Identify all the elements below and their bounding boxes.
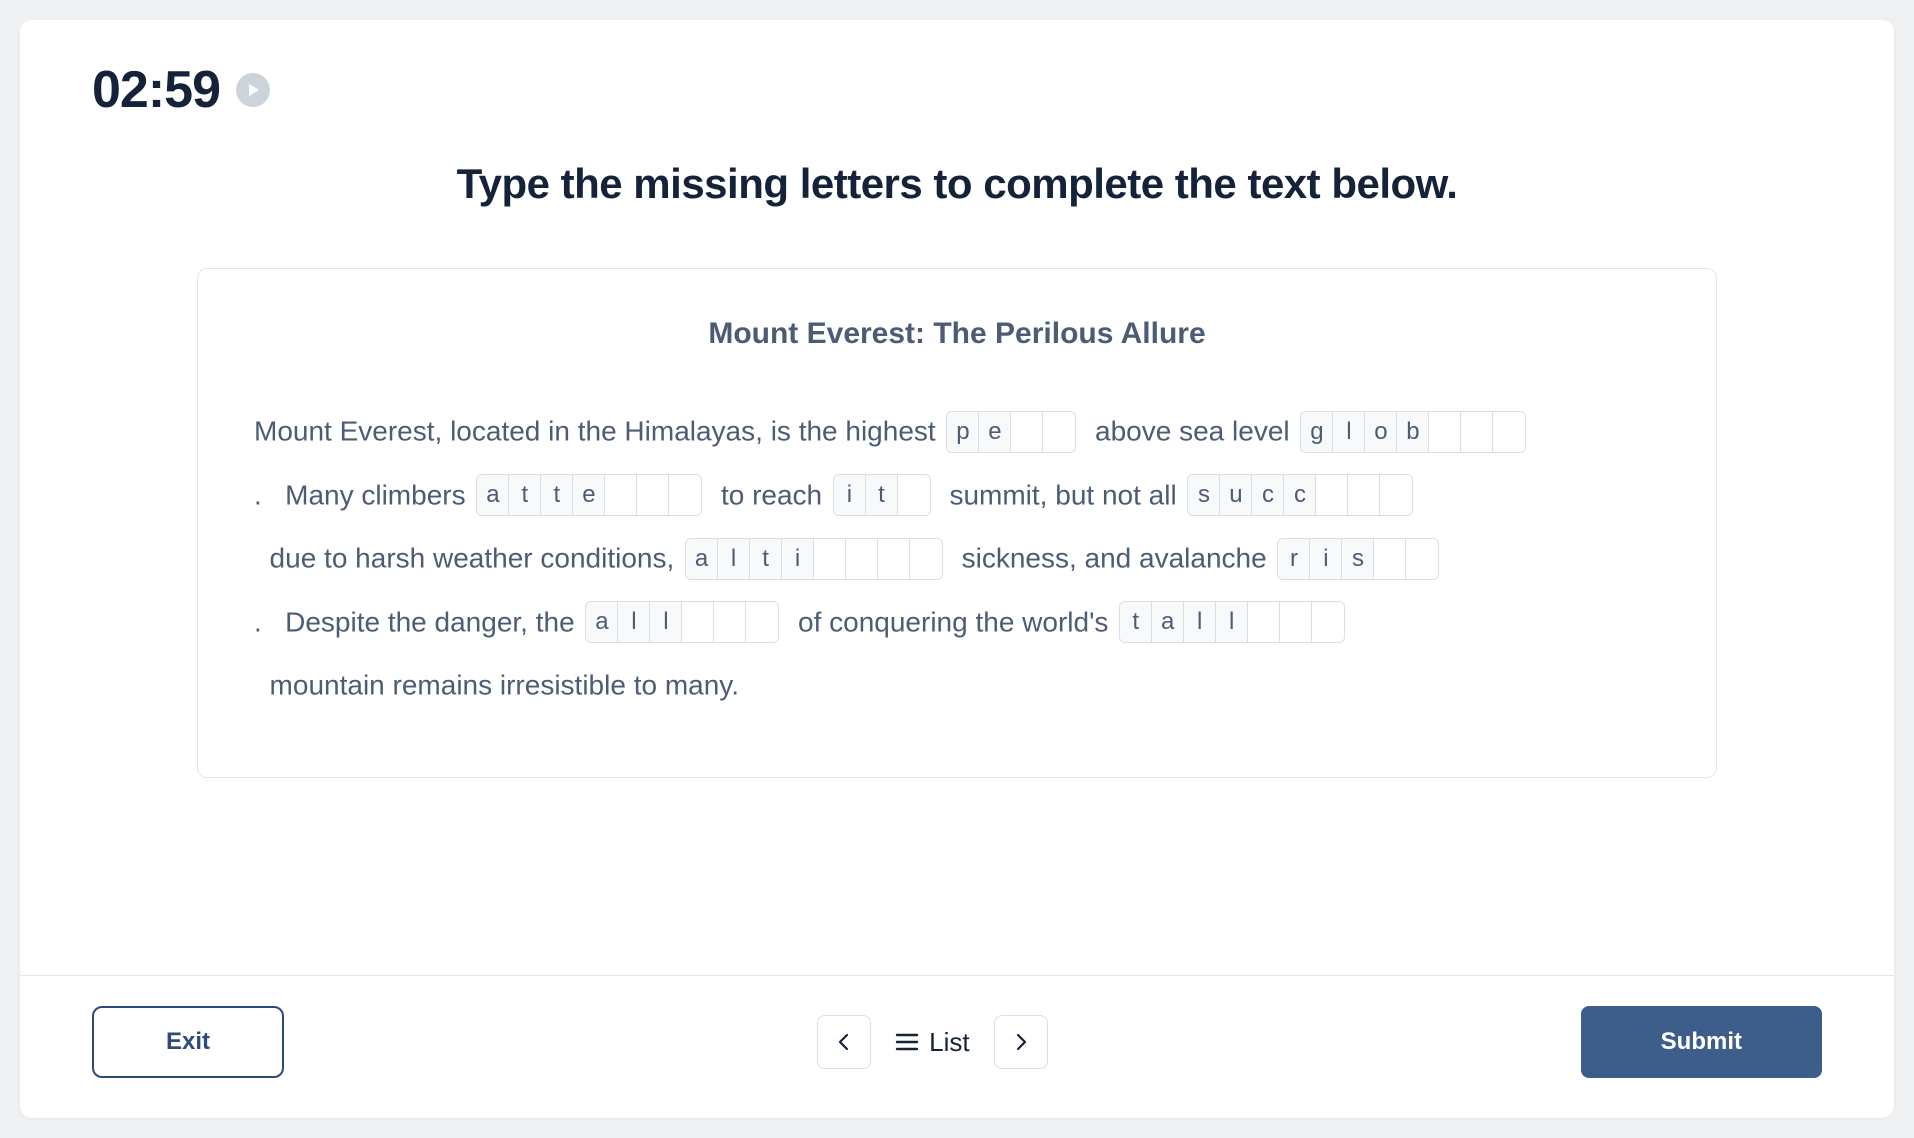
letter-input[interactable] — [1348, 475, 1380, 515]
passage-text: . Many climbers — [254, 479, 473, 510]
prev-button[interactable] — [817, 1015, 871, 1069]
letter-input[interactable] — [1406, 539, 1438, 579]
letter-fixed: l — [650, 602, 682, 642]
letter-fixed: l — [1216, 602, 1248, 642]
cloze-word: pe — [946, 411, 1076, 453]
passage-text: summit, but not all — [934, 479, 1185, 510]
cloze-word: alti — [685, 538, 943, 580]
letter-input[interactable] — [1043, 412, 1075, 452]
letter-fixed: t — [1120, 602, 1152, 642]
passage-text: Mount Everest, located in the Himalayas,… — [254, 416, 943, 447]
passage-text: due to harsh weather conditions, — [254, 543, 682, 574]
letter-fixed: p — [947, 412, 979, 452]
chevron-left-icon — [835, 1033, 853, 1051]
letter-input[interactable] — [1380, 475, 1412, 515]
chevron-right-icon — [1012, 1033, 1030, 1051]
letter-fixed: a — [1152, 602, 1184, 642]
timer-display: 02:59 — [92, 60, 220, 120]
exit-button[interactable]: Exit — [92, 1006, 284, 1078]
letter-fixed: t — [541, 475, 573, 515]
letter-fixed: c — [1284, 475, 1316, 515]
letter-fixed: e — [573, 475, 605, 515]
letter-input[interactable] — [1316, 475, 1348, 515]
letter-input[interactable] — [714, 602, 746, 642]
letter-fixed: l — [1184, 602, 1216, 642]
letter-input[interactable] — [814, 539, 846, 579]
letter-fixed: c — [1252, 475, 1284, 515]
letter-fixed: a — [477, 475, 509, 515]
cloze-word: tall — [1119, 601, 1345, 643]
nav-group: List — [817, 1015, 1047, 1069]
letter-fixed: i — [1310, 539, 1342, 579]
letter-fixed: o — [1365, 412, 1397, 452]
letter-fixed: i — [782, 539, 814, 579]
cloze-word: all — [585, 601, 779, 643]
list-icon — [895, 1032, 919, 1052]
letter-fixed: g — [1301, 412, 1333, 452]
cloze-word: ris — [1277, 538, 1439, 580]
timer-row: 02:59 — [20, 60, 1894, 120]
letter-input[interactable] — [1280, 602, 1312, 642]
passage-container: Mount Everest: The Perilous Allure Mount… — [197, 268, 1717, 778]
letter-fixed: t — [750, 539, 782, 579]
passage-text: mountain remains irresistible to many. — [254, 670, 739, 701]
passage-text: of conquering the world's — [782, 606, 1116, 637]
letter-input[interactable] — [910, 539, 942, 579]
letter-fixed: l — [1333, 412, 1365, 452]
letter-input[interactable] — [878, 539, 910, 579]
passage-text: to reach — [705, 479, 830, 510]
letter-input[interactable] — [1493, 412, 1525, 452]
passage-title: Mount Everest: The Perilous Allure — [254, 317, 1660, 351]
letter-input[interactable] — [746, 602, 778, 642]
letter-fixed: s — [1342, 539, 1374, 579]
letter-fixed: l — [718, 539, 750, 579]
passage-body: Mount Everest, located in the Himalayas,… — [254, 399, 1660, 717]
letter-fixed: l — [618, 602, 650, 642]
letter-input[interactable] — [1429, 412, 1461, 452]
letter-fixed: a — [686, 539, 718, 579]
cloze-word: glob — [1300, 411, 1526, 453]
letter-input[interactable] — [1248, 602, 1280, 642]
cloze-word: atte — [476, 474, 702, 516]
list-button[interactable]: List — [889, 1026, 975, 1059]
list-label: List — [929, 1027, 969, 1058]
cloze-word: it — [833, 474, 931, 516]
passage-text: above sea level — [1079, 416, 1297, 447]
letter-input[interactable] — [1011, 412, 1043, 452]
play-icon — [246, 83, 260, 97]
letter-fixed: u — [1220, 475, 1252, 515]
next-button[interactable] — [994, 1015, 1048, 1069]
letter-input[interactable] — [637, 475, 669, 515]
letter-input[interactable] — [846, 539, 878, 579]
letter-input[interactable] — [669, 475, 701, 515]
passage-text: . Despite the danger, the — [254, 606, 582, 637]
footer-bar: Exit List Submit — [20, 975, 1894, 1118]
letter-fixed: e — [979, 412, 1011, 452]
letter-fixed: i — [834, 475, 866, 515]
letter-input[interactable] — [682, 602, 714, 642]
letter-fixed: b — [1397, 412, 1429, 452]
letter-input[interactable] — [1312, 602, 1344, 642]
passage-text: sickness, and avalanche — [946, 543, 1274, 574]
exercise-card: 02:59 Type the missing letters to comple… — [20, 20, 1894, 1118]
letter-fixed: s — [1188, 475, 1220, 515]
letter-input[interactable] — [605, 475, 637, 515]
submit-button[interactable]: Submit — [1581, 1006, 1822, 1078]
letter-fixed: a — [586, 602, 618, 642]
cloze-word: succ — [1187, 474, 1413, 516]
letter-fixed: t — [509, 475, 541, 515]
play-button[interactable] — [236, 73, 270, 107]
letter-input[interactable] — [898, 475, 930, 515]
letter-fixed: r — [1278, 539, 1310, 579]
letter-fixed: t — [866, 475, 898, 515]
letter-input[interactable] — [1461, 412, 1493, 452]
instruction-text: Type the missing letters to complete the… — [20, 160, 1894, 208]
letter-input[interactable] — [1374, 539, 1406, 579]
